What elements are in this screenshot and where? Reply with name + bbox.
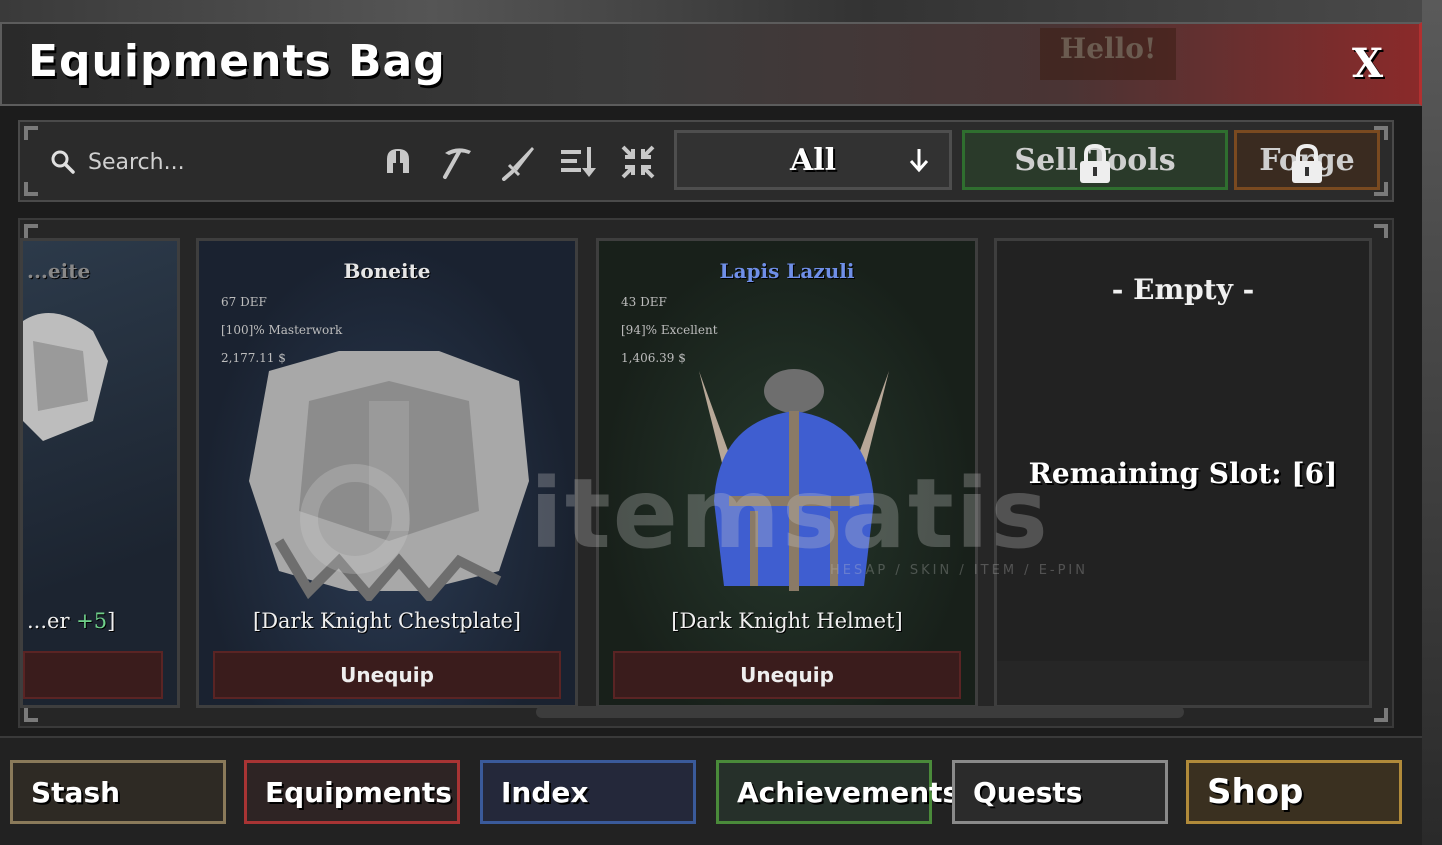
equipment-card[interactable]: Lapis Lazuli 43 DEF [94]% Excellent 1,40…: [596, 238, 978, 708]
nav-equipments[interactable]: Equipments: [244, 760, 460, 824]
card-def: 67 DEF: [221, 295, 267, 309]
frame-corner: [24, 708, 38, 722]
frame-corner: [1374, 224, 1388, 238]
empty-card-footer: [997, 661, 1369, 705]
card-material-name: Boneite: [343, 259, 431, 283]
empty-slot-card[interactable]: - Empty - Remaining Slot: [6]: [994, 238, 1372, 708]
search-icon: [51, 150, 75, 174]
nav-stash[interactable]: Stash: [10, 760, 226, 824]
chestplate-image: [249, 351, 529, 601]
category-dropdown[interactable]: All: [674, 130, 952, 190]
background-scene-edge: [1422, 0, 1442, 845]
nav-quests[interactable]: Quests: [952, 760, 1168, 824]
background-scene: [0, 0, 1442, 22]
horizontal-scrollbar[interactable]: [536, 706, 1184, 718]
collapse-icon[interactable]: [618, 142, 658, 182]
card-def: 43 DEF: [621, 295, 667, 309]
bottom-nav: Stash Equipments Index Achievements Ques…: [0, 736, 1422, 845]
lock-icon: [1080, 143, 1110, 183]
close-button[interactable]: X: [1352, 40, 1383, 87]
title-bar: Equipments Bag Hello! X: [0, 22, 1422, 106]
nav-label: Index: [501, 775, 589, 809]
nav-achievements[interactable]: Achievements: [716, 760, 959, 824]
window-title: Equipments Bag: [28, 36, 446, 87]
helmet-icon[interactable]: [378, 142, 418, 182]
frame-corner: [24, 224, 38, 238]
nav-label: Shop: [1207, 772, 1304, 812]
helmet-image: [699, 369, 889, 591]
card-quality: [94]% Excellent: [621, 323, 718, 337]
arrow-down-icon: [909, 149, 929, 173]
unequip-button[interactable]: Unequip: [613, 651, 961, 699]
frame-corner: [1374, 708, 1388, 722]
sell-tools-button[interactable]: Sell Tools: [962, 130, 1228, 190]
hello-overlay: Hello!: [1040, 28, 1176, 80]
forge-button[interactable]: Forge: [1234, 130, 1380, 190]
card-price: 2,177.11 $: [221, 351, 286, 365]
nav-label: Stash: [31, 775, 121, 809]
card-material-name: Lapis Lazuli: [719, 259, 855, 283]
nav-label: Quests: [973, 775, 1083, 809]
unequip-button[interactable]: [23, 651, 163, 699]
card-material-name: ...eite: [27, 259, 91, 283]
card-item-name: [Dark Knight Chestplate]: [253, 609, 521, 633]
equipment-list[interactable]: ...eite ...er +5] Boneite 67 DEF [100]% …: [18, 218, 1394, 728]
sword-icon[interactable]: [498, 142, 538, 182]
nav-index[interactable]: Index: [480, 760, 696, 824]
card-item-name: [Dark Knight Helmet]: [671, 609, 903, 633]
frame-corner: [24, 182, 38, 196]
equipment-card[interactable]: Boneite 67 DEF [100]% Masterwork 2,177.1…: [196, 238, 578, 708]
lock-icon: [1292, 143, 1322, 183]
empty-title: - Empty -: [1111, 273, 1255, 306]
toolbar: All Sell Tools Forge: [18, 120, 1394, 202]
nav-label: Achievements: [737, 775, 960, 809]
search-input[interactable]: [88, 149, 348, 175]
nav-shop[interactable]: Shop: [1186, 760, 1402, 824]
card-item-name: ...er +5]: [27, 609, 116, 633]
sort-icon[interactable]: [558, 142, 598, 182]
card-quality: [100]% Masterwork: [221, 323, 343, 337]
remaining-slot-text: Remaining Slot: [6]: [1028, 457, 1338, 490]
search-box[interactable]: [50, 138, 380, 186]
dropdown-value: All: [789, 142, 837, 178]
bag-panel: All Sell Tools Forge ...eite ...er +5]: [0, 106, 1422, 736]
equipment-card[interactable]: ...eite ...er +5]: [20, 238, 180, 708]
pickaxe-icon[interactable]: [438, 142, 478, 182]
card-price: 1,406.39 $: [621, 351, 686, 365]
filter-icons: [378, 138, 658, 186]
item-image: [23, 313, 108, 441]
frame-corner: [24, 126, 38, 140]
nav-label: Equipments: [265, 775, 452, 809]
unequip-button[interactable]: Unequip: [213, 651, 561, 699]
